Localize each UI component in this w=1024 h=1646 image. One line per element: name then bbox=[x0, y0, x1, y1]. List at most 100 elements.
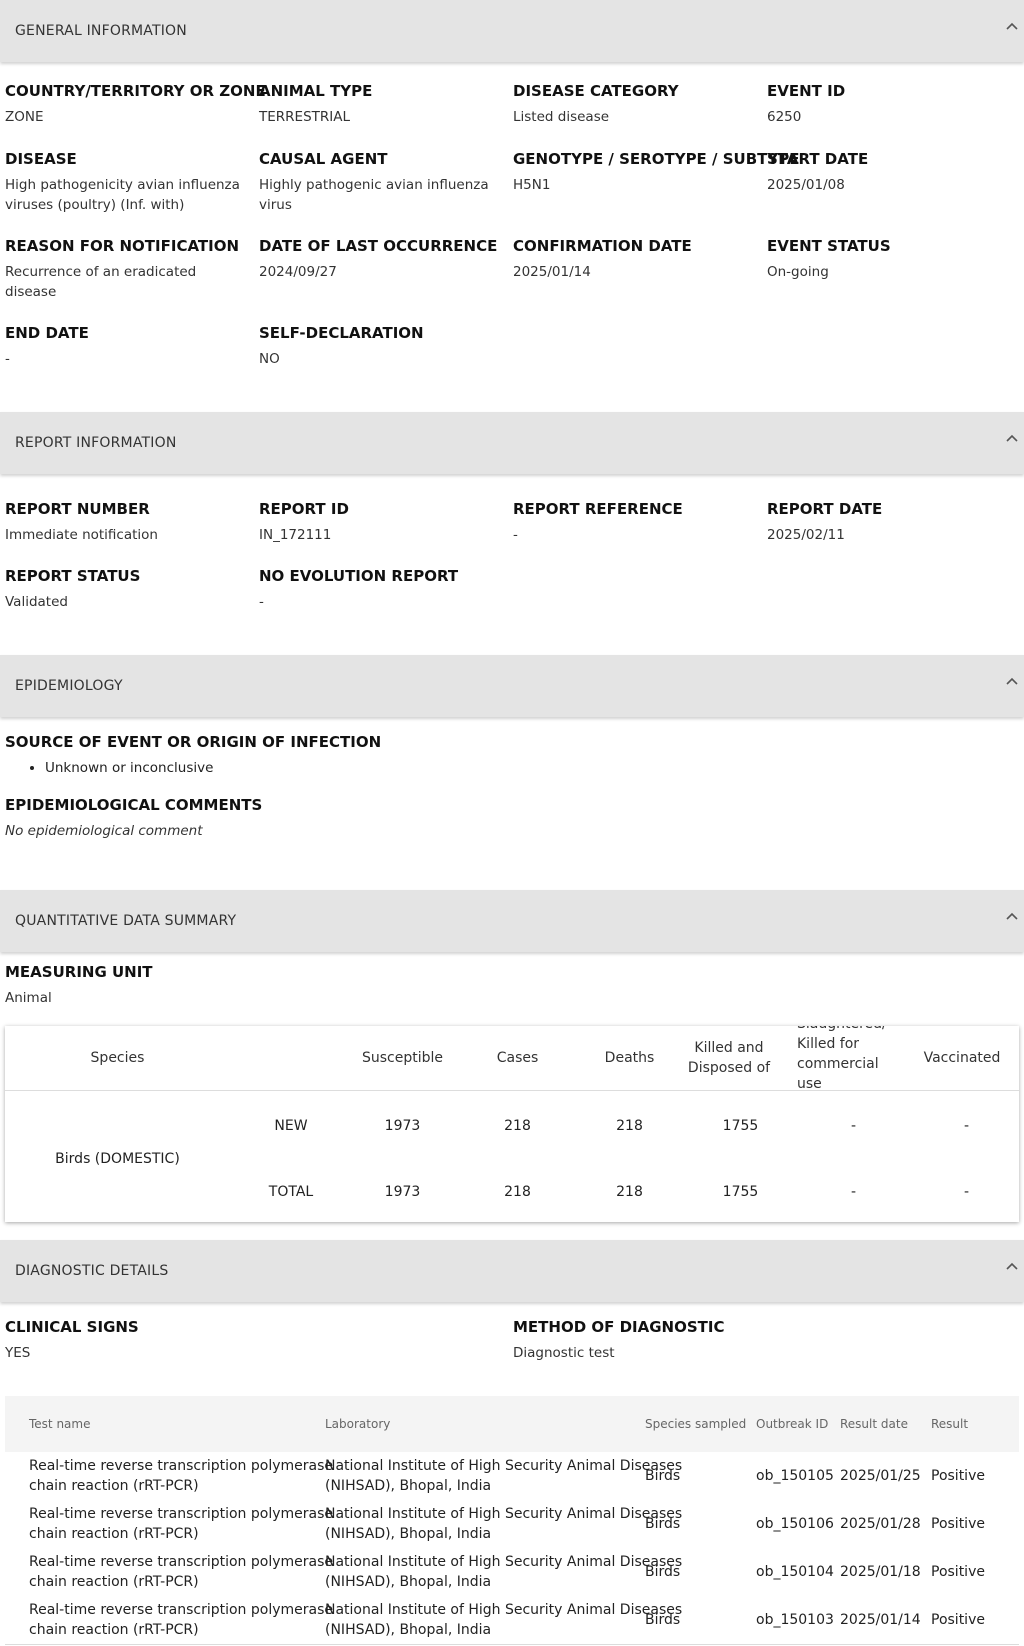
field-value: NO bbox=[259, 351, 280, 367]
field-label: REPORT ID bbox=[259, 500, 349, 518]
field-disease-category: DISEASE CATEGORY Listed disease bbox=[513, 81, 763, 127]
table-row: Real-time reverse transcription polymera… bbox=[5, 1548, 1019, 1597]
field-event-status: EVENT STATUS On-going bbox=[767, 236, 1017, 282]
section-title: QUANTITATIVE DATA SUMMARY bbox=[15, 913, 237, 929]
result-date-cell: 2025/01/25 bbox=[840, 1468, 921, 1484]
diagnostic-table: Test name Laboratory Species sampled Out… bbox=[5, 1396, 1019, 1646]
field-value: 2024/09/27 bbox=[259, 264, 337, 280]
field-measuring-unit: MEASURING UNIT Animal bbox=[5, 962, 255, 1008]
source-list: Unknown or inconclusive bbox=[5, 758, 605, 778]
section-title: EPIDEMIOLOGY bbox=[15, 678, 123, 694]
field-report-reference: REPORT REFERENCE - bbox=[513, 499, 763, 545]
outbreak-id-cell: ob_150106 bbox=[756, 1516, 834, 1532]
field-self-declaration: SELF-DECLARATION NO bbox=[259, 323, 509, 369]
field-event-id: EVENT ID 6250 bbox=[767, 81, 1017, 127]
outbreak-id-cell: ob_150104 bbox=[756, 1564, 834, 1580]
field-label: EPIDEMIOLOGICAL COMMENTS bbox=[5, 796, 263, 814]
chevron-up-icon[interactable] bbox=[1004, 908, 1020, 924]
section-title: DIAGNOSTIC DETAILS bbox=[15, 1263, 169, 1279]
outbreak-id-cell: ob_150103 bbox=[756, 1612, 834, 1628]
field-no-evolution-report: NO EVOLUTION REPORT - bbox=[259, 566, 509, 612]
species-cell: Birds (DOMESTIC) bbox=[55, 1151, 180, 1167]
field-clinical-signs: CLINICAL SIGNS YES bbox=[5, 1317, 255, 1363]
field-report-status: REPORT STATUS Validated bbox=[5, 566, 255, 612]
general-information-header[interactable]: GENERAL INFORMATION bbox=[0, 0, 1024, 62]
field-value: - bbox=[5, 351, 10, 367]
laboratory-cell: National Institute of High Security Anim… bbox=[325, 1554, 683, 1590]
table-header-row: Test name Laboratory Species sampled Out… bbox=[5, 1396, 1019, 1453]
field-label: SOURCE OF EVENT OR ORIGIN OF INFECTION bbox=[5, 733, 382, 751]
field-value: Recurrence of an eradicated disease bbox=[5, 264, 197, 300]
field-animal-type: ANIMAL TYPE TERRESTRIAL bbox=[259, 81, 509, 127]
report-information-header[interactable]: REPORT INFORMATION bbox=[0, 412, 1024, 474]
field-value: 2025/01/14 bbox=[513, 264, 591, 280]
table-row: Real-time reverse transcription polymera… bbox=[5, 1452, 1019, 1501]
row-type-total: TOTAL bbox=[268, 1184, 314, 1200]
field-label: REPORT NUMBER bbox=[5, 500, 150, 518]
chevron-up-icon[interactable] bbox=[1004, 1258, 1020, 1274]
field-value: IN_172111 bbox=[259, 527, 332, 543]
field-value: Highly pathogenic avian influenza virus bbox=[259, 177, 489, 213]
field-epidemiological-comments: EPIDEMIOLOGICAL COMMENTS No epidemiologi… bbox=[5, 795, 605, 841]
field-label: GENOTYPE / SEROTYPE / SUBTYPE bbox=[513, 150, 800, 168]
field-label: EVENT STATUS bbox=[767, 237, 891, 255]
column-header-result: Result bbox=[931, 1417, 969, 1431]
field-label: METHOD OF DIAGNOSTIC bbox=[513, 1318, 725, 1336]
field-label: REASON FOR NOTIFICATION bbox=[5, 237, 240, 255]
field-label: DATE OF LAST OCCURRENCE bbox=[259, 237, 498, 255]
diagnostic-details-header[interactable]: DIAGNOSTIC DETAILS bbox=[0, 1240, 1024, 1302]
field-value: Diagnostic test bbox=[513, 1345, 615, 1361]
epidemiology-header[interactable]: EPIDEMIOLOGY bbox=[0, 655, 1024, 717]
laboratory-cell: National Institute of High Security Anim… bbox=[325, 1458, 683, 1494]
field-label: DISEASE bbox=[5, 150, 77, 168]
field-value: YES bbox=[5, 1345, 31, 1361]
field-value: H5N1 bbox=[513, 177, 551, 193]
chevron-up-icon[interactable] bbox=[1004, 430, 1020, 446]
column-header-slaughtered: Slaughtered/ Killed for commercial use bbox=[797, 1026, 887, 1092]
field-value: ZONE bbox=[5, 109, 44, 125]
field-value: Validated bbox=[5, 594, 68, 610]
result-cell: Positive bbox=[931, 1468, 985, 1484]
column-header-species: Species bbox=[90, 1050, 145, 1066]
cell-vaccinated: - bbox=[963, 1118, 970, 1134]
chevron-up-icon[interactable] bbox=[1004, 18, 1020, 34]
column-header-killed-disposed: Killed and Disposed of bbox=[687, 1040, 771, 1076]
field-value: - bbox=[513, 527, 518, 543]
quantitative-table: Species Susceptible Cases Deaths Killed … bbox=[5, 1026, 1019, 1222]
field-country-zone: COUNTRY/TERRITORY OR ZONE ZONE bbox=[5, 81, 266, 127]
quantitative-data-header[interactable]: QUANTITATIVE DATA SUMMARY bbox=[0, 890, 1024, 952]
list-item: Unknown or inconclusive bbox=[45, 758, 605, 778]
field-value: - bbox=[259, 594, 264, 610]
field-value: On-going bbox=[767, 264, 829, 280]
result-cell: Positive bbox=[931, 1516, 985, 1532]
test-name-cell: Real-time reverse transcription polymera… bbox=[29, 1458, 333, 1494]
cell-vaccinated: - bbox=[963, 1184, 970, 1200]
result-cell: Positive bbox=[931, 1564, 985, 1580]
test-name-cell: Real-time reverse transcription polymera… bbox=[29, 1602, 333, 1638]
field-confirmation-date: CONFIRMATION DATE 2025/01/14 bbox=[513, 236, 763, 282]
section-title: GENERAL INFORMATION bbox=[15, 23, 187, 39]
result-date-cell: 2025/01/14 bbox=[840, 1612, 921, 1628]
outbreak-id-cell: ob_150105 bbox=[756, 1468, 834, 1484]
field-value: TERRESTRIAL bbox=[259, 109, 350, 125]
field-end-date: END DATE - bbox=[5, 323, 255, 369]
field-method-of-diagnostic: METHOD OF DIAGNOSTIC Diagnostic test bbox=[513, 1317, 763, 1363]
field-value: Listed disease bbox=[513, 109, 610, 125]
column-header-outbreak-id: Outbreak ID bbox=[756, 1417, 829, 1431]
field-label: EVENT ID bbox=[767, 82, 846, 100]
table-row: Real-time reverse transcription polymera… bbox=[5, 1596, 1019, 1645]
test-name-cell: Real-time reverse transcription polymera… bbox=[29, 1506, 333, 1542]
field-label: START DATE bbox=[767, 150, 869, 168]
table-header-row: Species Susceptible Cases Deaths Killed … bbox=[5, 1026, 1019, 1092]
column-header-test-name: Test name bbox=[29, 1417, 91, 1431]
species-cell: Birds bbox=[645, 1468, 681, 1484]
field-report-date: REPORT DATE 2025/02/11 bbox=[767, 499, 1017, 545]
species-cell: Birds bbox=[645, 1564, 681, 1580]
chevron-up-icon[interactable] bbox=[1004, 673, 1020, 689]
table-row: Real-time reverse transcription polymera… bbox=[5, 1500, 1019, 1549]
field-genotype: GENOTYPE / SEROTYPE / SUBTYPE H5N1 bbox=[513, 149, 800, 195]
column-header-vaccinated: Vaccinated bbox=[923, 1050, 1001, 1066]
field-label: SELF-DECLARATION bbox=[259, 324, 424, 342]
section-title: REPORT INFORMATION bbox=[15, 435, 177, 451]
field-label: REPORT DATE bbox=[767, 500, 883, 518]
